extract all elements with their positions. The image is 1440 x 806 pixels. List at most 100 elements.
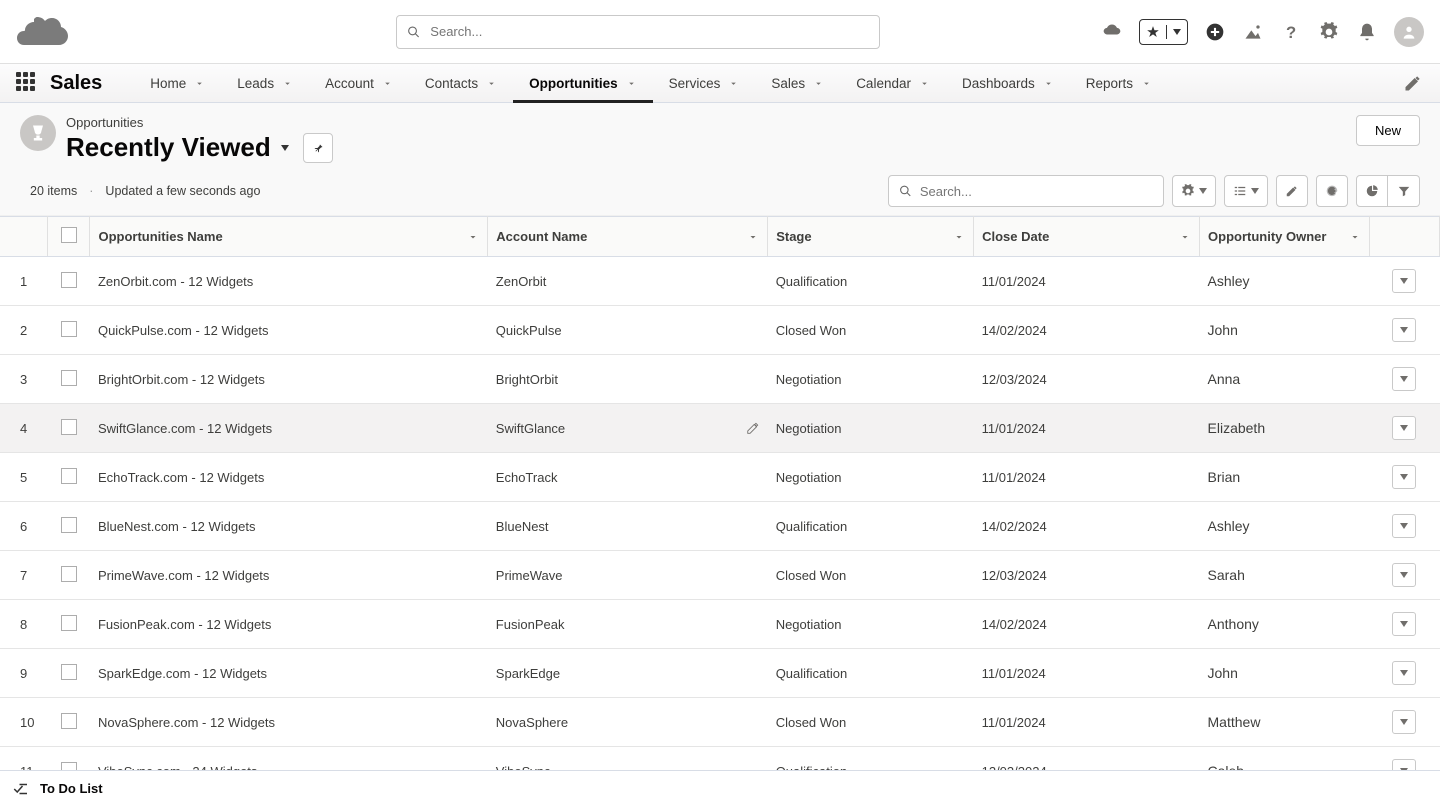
- cell-opportunity-name[interactable]: ZenOrbit.com - 12 Widgets: [90, 257, 488, 306]
- table-row[interactable]: 3BrightOrbit.com - 12 WidgetsBrightOrbit…: [0, 355, 1440, 404]
- column-header-stage[interactable]: Stage: [768, 217, 974, 257]
- cell-owner[interactable]: Brian: [1200, 453, 1370, 502]
- help-icon[interactable]: ?: [1280, 21, 1302, 43]
- new-button[interactable]: New: [1356, 115, 1420, 146]
- column-header-close-date[interactable]: Close Date: [974, 217, 1200, 257]
- cell-account-name[interactable]: ZenOrbit: [488, 257, 768, 306]
- cell-row-actions[interactable]: [1369, 404, 1439, 453]
- nav-item-calendar[interactable]: Calendar: [840, 64, 946, 103]
- column-header-name[interactable]: Opportunities Name: [90, 217, 488, 257]
- cell-account-name[interactable]: NovaSphere: [488, 698, 768, 747]
- cell-opportunity-name[interactable]: SwiftGlance.com - 12 Widgets: [90, 404, 488, 453]
- refresh-button[interactable]: [1316, 175, 1348, 207]
- todo-label[interactable]: To Do List: [40, 781, 103, 796]
- cell-account-name[interactable]: SwiftGlance: [488, 404, 768, 453]
- row-checkbox[interactable]: [61, 419, 77, 435]
- cell-opportunity-name[interactable]: SparkEdge.com - 12 Widgets: [90, 649, 488, 698]
- cell-owner[interactable]: Anna: [1200, 355, 1370, 404]
- gear-icon[interactable]: [1318, 21, 1340, 43]
- user-avatar[interactable]: [1394, 17, 1424, 47]
- row-actions-button[interactable]: [1392, 661, 1416, 685]
- cell-owner[interactable]: John: [1200, 306, 1370, 355]
- row-actions-button[interactable]: [1392, 514, 1416, 538]
- cell-account-name[interactable]: BlueNest: [488, 502, 768, 551]
- cell-account-name[interactable]: BrightOrbit: [488, 355, 768, 404]
- row-actions-button[interactable]: [1392, 465, 1416, 489]
- cell-account-name[interactable]: FusionPeak: [488, 600, 768, 649]
- nav-item-sales[interactable]: Sales: [755, 64, 840, 103]
- list-search-input[interactable]: [920, 184, 1153, 199]
- cell-row-actions[interactable]: [1369, 698, 1439, 747]
- cell-row-actions[interactable]: [1369, 649, 1439, 698]
- nav-item-home[interactable]: Home: [134, 64, 221, 103]
- table-row[interactable]: 9SparkEdge.com - 12 WidgetsSparkEdgeQual…: [0, 649, 1440, 698]
- cell-owner[interactable]: Sarah: [1200, 551, 1370, 600]
- row-actions-button[interactable]: [1392, 710, 1416, 734]
- nav-item-services[interactable]: Services: [653, 64, 756, 103]
- row-actions-button[interactable]: [1392, 563, 1416, 587]
- add-icon[interactable]: [1204, 21, 1226, 43]
- row-checkbox[interactable]: [61, 713, 77, 729]
- trailhead-icon[interactable]: [1101, 21, 1123, 43]
- table-row[interactable]: 6BlueNest.com - 12 WidgetsBlueNestQualif…: [0, 502, 1440, 551]
- cell-owner[interactable]: John: [1200, 649, 1370, 698]
- row-checkbox-cell[interactable]: [48, 551, 90, 600]
- global-search-input[interactable]: [430, 24, 869, 39]
- favorites-dropdown[interactable]: [1139, 19, 1188, 45]
- cell-opportunity-name[interactable]: PrimeWave.com - 12 Widgets: [90, 551, 488, 600]
- cell-opportunity-name[interactable]: QuickPulse.com - 12 Widgets: [90, 306, 488, 355]
- row-actions-button[interactable]: [1392, 318, 1416, 342]
- row-checkbox-cell[interactable]: [48, 453, 90, 502]
- cell-row-actions[interactable]: [1369, 453, 1439, 502]
- row-checkbox[interactable]: [61, 566, 77, 582]
- cell-owner[interactable]: Anthony: [1200, 600, 1370, 649]
- column-header-account[interactable]: Account Name: [488, 217, 768, 257]
- row-actions-button[interactable]: [1392, 612, 1416, 636]
- cell-owner[interactable]: Ashley: [1200, 502, 1370, 551]
- table-row[interactable]: 2QuickPulse.com - 12 WidgetsQuickPulseCl…: [0, 306, 1440, 355]
- bell-icon[interactable]: [1356, 21, 1378, 43]
- select-all-checkbox[interactable]: [61, 227, 77, 243]
- row-actions-button[interactable]: [1392, 367, 1416, 391]
- cell-opportunity-name[interactable]: BlueNest.com - 12 Widgets: [90, 502, 488, 551]
- row-checkbox-cell[interactable]: [48, 649, 90, 698]
- cell-row-actions[interactable]: [1369, 355, 1439, 404]
- pin-list-button[interactable]: [303, 133, 333, 163]
- chevron-down-icon[interactable]: [1167, 29, 1187, 35]
- row-checkbox-cell[interactable]: [48, 502, 90, 551]
- row-checkbox[interactable]: [61, 370, 77, 386]
- cell-account-name[interactable]: EchoTrack: [488, 453, 768, 502]
- row-checkbox-cell[interactable]: [48, 306, 90, 355]
- global-search[interactable]: [396, 15, 880, 49]
- list-settings-button[interactable]: [1172, 175, 1216, 207]
- row-checkbox-cell[interactable]: [48, 355, 90, 404]
- cell-opportunity-name[interactable]: NovaSphere.com - 12 Widgets: [90, 698, 488, 747]
- cell-account-name[interactable]: QuickPulse: [488, 306, 768, 355]
- row-actions-button[interactable]: [1392, 416, 1416, 440]
- filter-button[interactable]: [1388, 175, 1420, 207]
- table-row[interactable]: 5EchoTrack.com - 12 WidgetsEchoTrackNego…: [0, 453, 1440, 502]
- chart-button[interactable]: [1356, 175, 1388, 207]
- cell-opportunity-name[interactable]: BrightOrbit.com - 12 Widgets: [90, 355, 488, 404]
- display-as-button[interactable]: [1224, 175, 1268, 207]
- app-launcher-icon[interactable]: [16, 72, 38, 94]
- cell-owner[interactable]: Matthew: [1200, 698, 1370, 747]
- cell-row-actions[interactable]: [1369, 502, 1439, 551]
- table-row[interactable]: 10NovaSphere.com - 12 WidgetsNovaSphereC…: [0, 698, 1440, 747]
- salesforce-logo[interactable]: [16, 12, 76, 52]
- edit-pencil-icon[interactable]: [746, 421, 760, 435]
- cell-opportunity-name[interactable]: EchoTrack.com - 12 Widgets: [90, 453, 488, 502]
- row-checkbox[interactable]: [61, 468, 77, 484]
- nav-item-dashboards[interactable]: Dashboards: [946, 64, 1070, 103]
- edit-nav-icon[interactable]: [1402, 72, 1424, 94]
- column-select-all[interactable]: [48, 217, 90, 257]
- cell-owner[interactable]: Elizabeth: [1200, 404, 1370, 453]
- column-header-owner[interactable]: Opportunity Owner: [1200, 217, 1370, 257]
- nav-item-account[interactable]: Account: [309, 64, 409, 103]
- nav-item-contacts[interactable]: Contacts: [409, 64, 513, 103]
- cell-row-actions[interactable]: [1369, 306, 1439, 355]
- star-icon[interactable]: [1140, 25, 1167, 39]
- table-row[interactable]: 8FusionPeak.com - 12 WidgetsFusionPeakNe…: [0, 600, 1440, 649]
- row-checkbox-cell[interactable]: [48, 698, 90, 747]
- nav-item-reports[interactable]: Reports: [1070, 64, 1168, 103]
